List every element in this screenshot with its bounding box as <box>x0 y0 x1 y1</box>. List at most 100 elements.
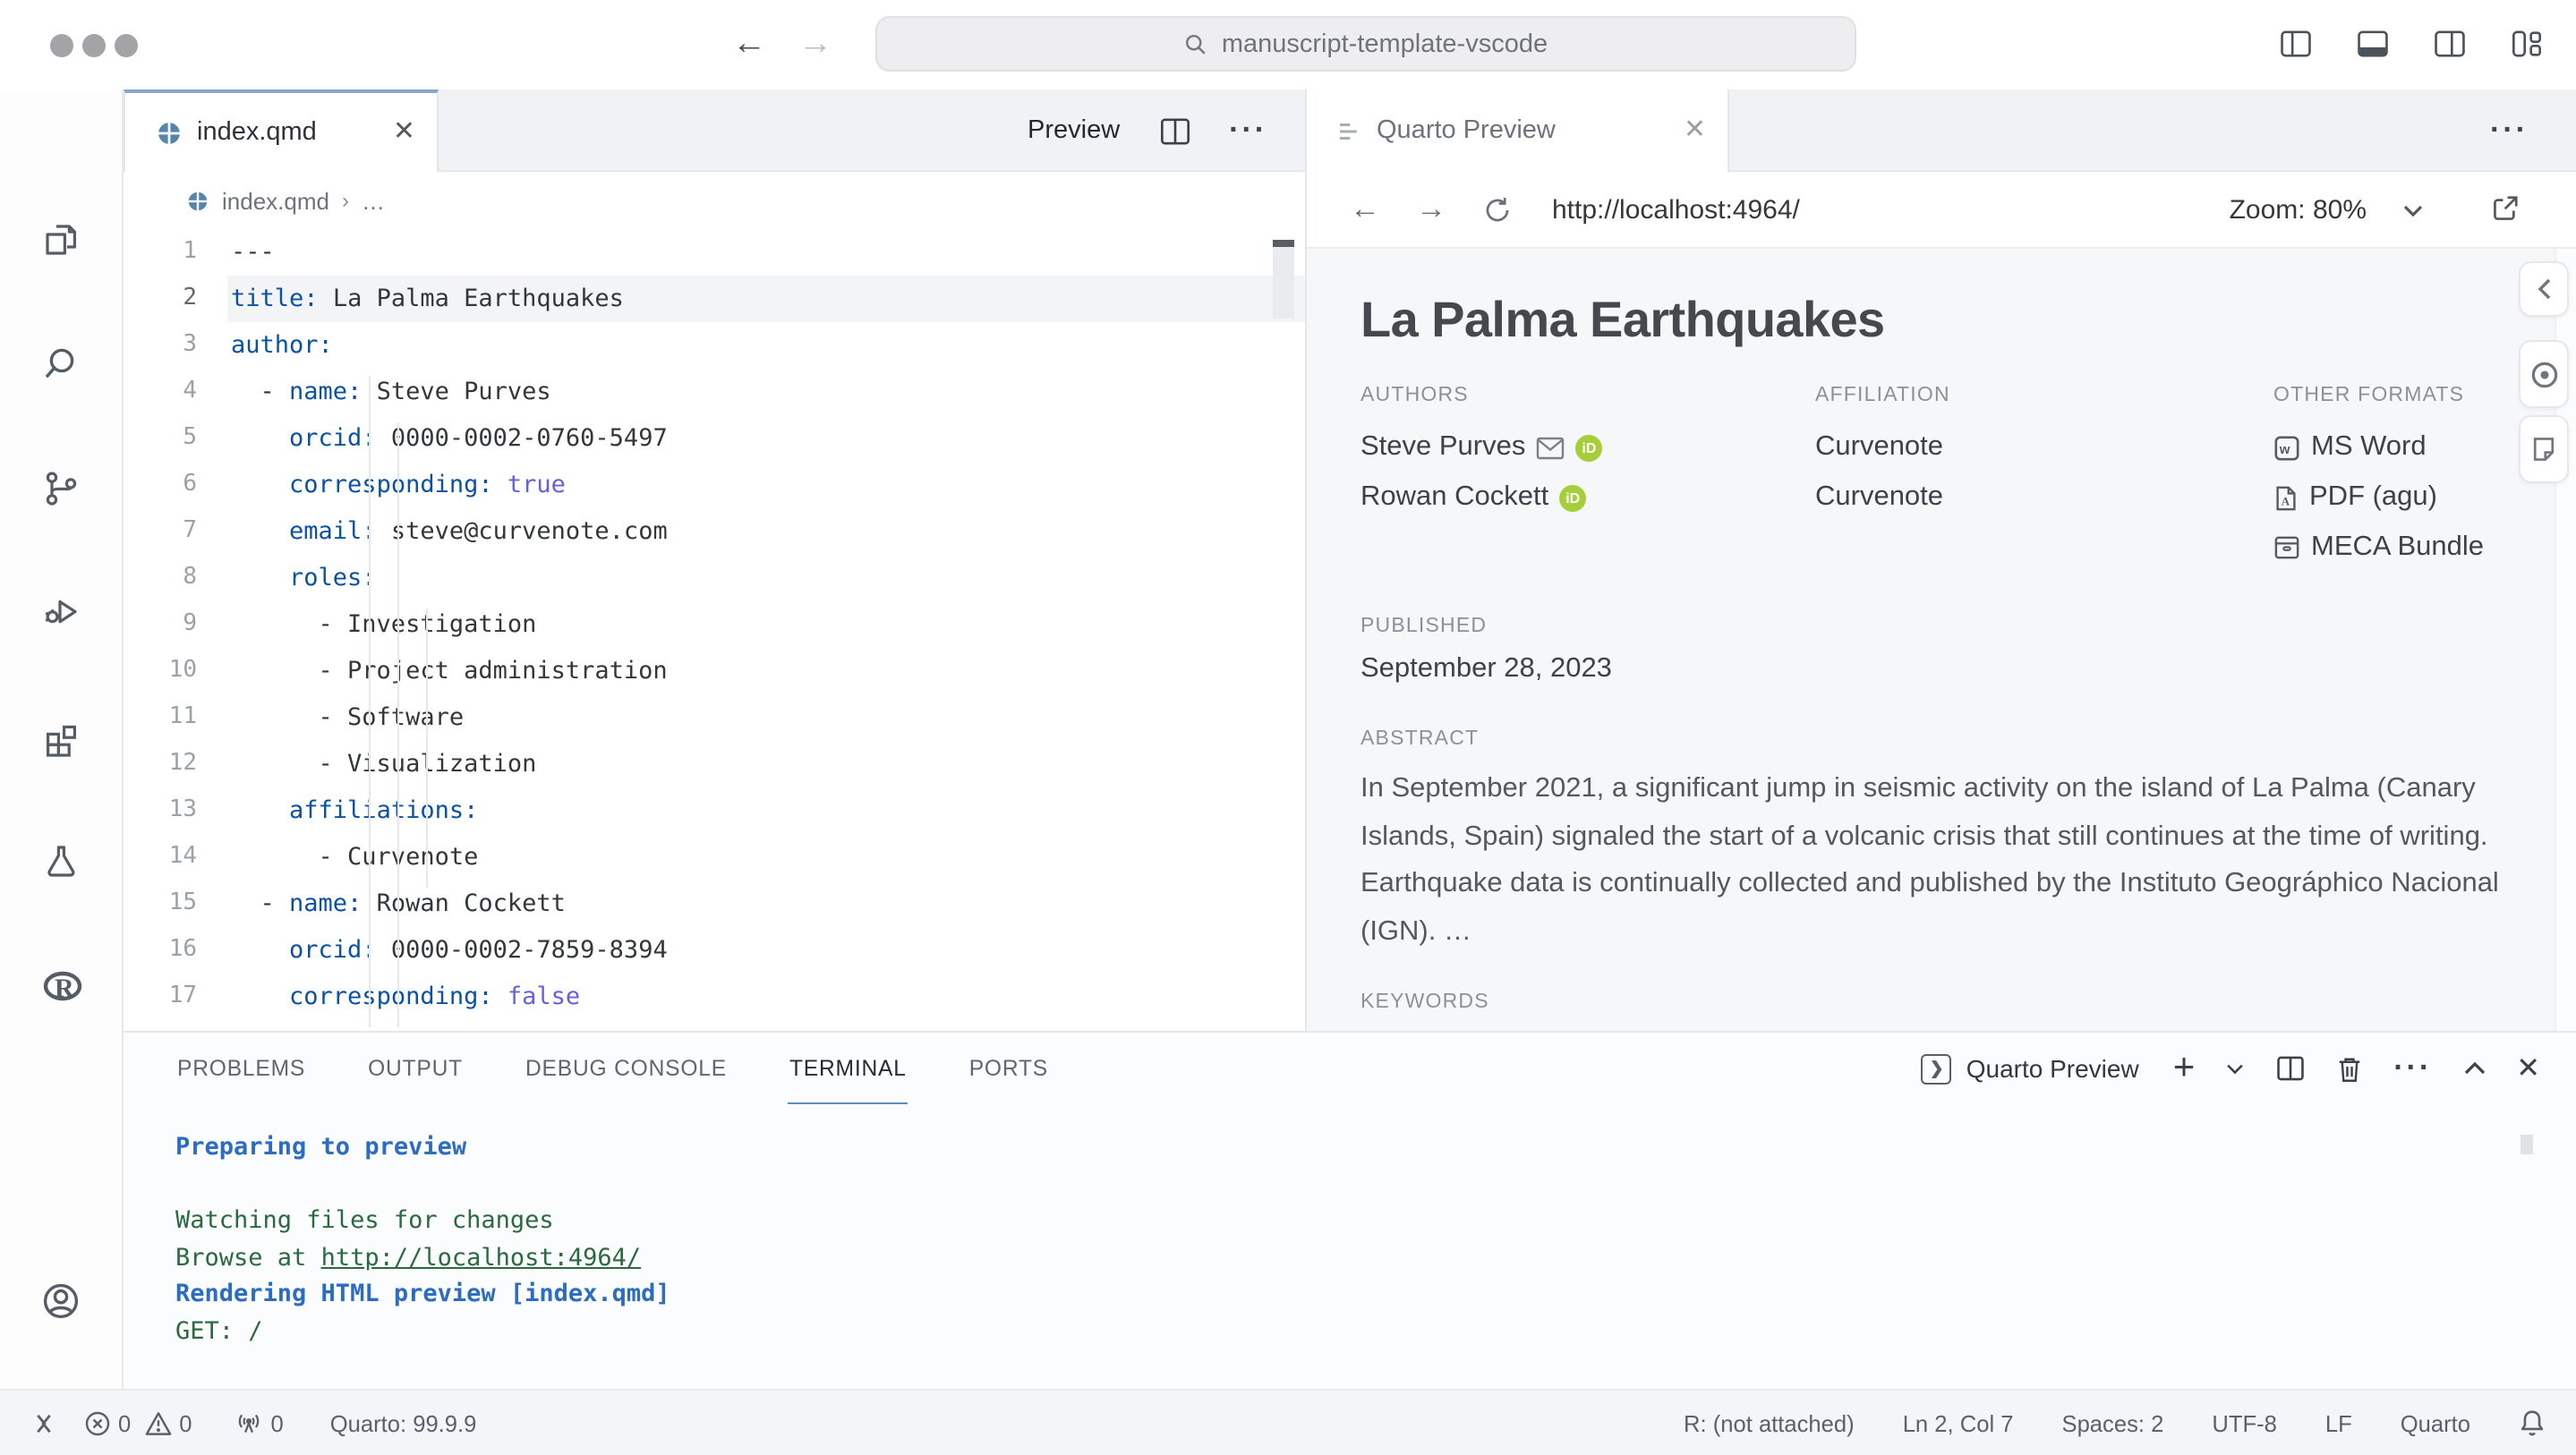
close-tab-icon[interactable]: ✕ <box>393 117 415 147</box>
tab-index-qmd[interactable]: index.qmd ✕ <box>124 89 439 172</box>
code-line[interactable]: 5 orcid: 0000-0002-0760-5497 <box>124 415 1305 462</box>
panel-tab-debug-console[interactable]: DEBUG CONSOLE <box>524 1034 729 1102</box>
code-line[interactable]: 9 - Investigation <box>124 601 1305 648</box>
breadcrumb-file[interactable]: index.qmd <box>222 187 329 214</box>
code-line[interactable]: 13 affiliations: <box>124 787 1305 834</box>
preview-url[interactable]: http://localhost:4964/ <box>1552 194 1800 225</box>
code-line[interactable]: 12 - Visualization <box>124 741 1305 787</box>
layout-sidebar-right-icon[interactable] <box>2433 29 2467 59</box>
maximize-panel-icon[interactable] <box>2462 1061 2486 1076</box>
explorer-icon[interactable] <box>39 218 82 261</box>
terminal-output[interactable]: Preparing to preview Watching files for … <box>175 1129 670 1349</box>
format-link[interactable]: A PDF (agu) <box>2273 472 2484 523</box>
window-close-button[interactable] <box>50 34 73 57</box>
encoding[interactable]: UTF-8 <box>2212 1409 2277 1436</box>
chevron-down-icon[interactable] <box>2402 204 2424 218</box>
code-line[interactable]: 15 - name: Rowan Cockett <box>124 881 1305 927</box>
code-line[interactable]: 16 orcid: 0000-0002-7859-8394 <box>124 927 1305 974</box>
remote-indicator-icon[interactable] <box>29 1409 59 1436</box>
panel-more-actions-icon[interactable]: ··· <box>2393 1051 2432 1086</box>
code-editor[interactable]: 1 --- 2 title: La Palma Earthquakes 3 author:… <box>124 229 1305 1031</box>
affiliation-name: Curvenote <box>1815 431 1944 462</box>
focus-mode-button[interactable] <box>2519 340 2569 408</box>
eol[interactable]: LF <box>2325 1409 2352 1436</box>
indentation[interactable]: Spaces: 2 <box>2062 1409 2164 1436</box>
kill-terminal-trash-icon[interactable] <box>2336 1053 2363 1084</box>
window-zoom-button[interactable] <box>115 34 138 57</box>
close-tab-icon[interactable]: ✕ <box>1684 115 1706 145</box>
quarto-preview-panel: ← → http://localhost:4964/ Zoom: 80% La … <box>1305 172 2576 1059</box>
code-line[interactable]: 1 --- <box>124 229 1305 276</box>
notes-button[interactable] <box>2519 415 2569 483</box>
r-language-icon[interactable]: R <box>39 965 82 1008</box>
command-center[interactable]: manuscript-template-vscode <box>875 16 1856 72</box>
search-icon[interactable] <box>39 344 82 387</box>
code-line[interactable]: 4 - name: Steve Purves <box>124 369 1305 415</box>
format-link[interactable]: w MS Word <box>2273 422 2484 472</box>
open-external-icon[interactable] <box>2490 193 2521 224</box>
code-line[interactable]: 17 corresponding: false <box>124 974 1305 1020</box>
code-line[interactable]: 10 - Project administration <box>124 648 1305 694</box>
customize-layout-icon[interactable] <box>2510 29 2544 59</box>
terminal-instance[interactable]: ❯ Quarto Preview <box>1921 1053 2139 1084</box>
terminal-scrollbar[interactable] <box>2521 1135 2533 1154</box>
terminal-link[interactable]: http://localhost:4964/ <box>321 1243 642 1272</box>
history-back-button[interactable]: ← <box>732 23 766 66</box>
line-number: 2 <box>183 285 197 311</box>
code-line[interactable]: 3 author: <box>124 322 1305 369</box>
cursor-position[interactable]: Ln 2, Col 7 <box>1903 1409 2014 1436</box>
ports-status[interactable]: 0 <box>235 1408 284 1437</box>
preview-more-actions-icon[interactable]: ··· <box>2490 113 2529 149</box>
code-line[interactable]: 14 - Curvenote <box>124 834 1305 881</box>
split-editor-icon[interactable] <box>1157 115 1191 146</box>
line-text: roles: <box>289 564 377 592</box>
more-actions-icon[interactable]: ··· <box>1229 113 1267 149</box>
code-line[interactable]: 7 email: steve@curvenote.com <box>124 508 1305 555</box>
accounts-icon[interactable] <box>39 1280 82 1323</box>
panel-tab-terminal[interactable]: TERMINAL <box>787 1034 908 1103</box>
code-line[interactable]: 11 - Software <box>124 694 1305 741</box>
problems-status[interactable]: 0 0 <box>84 1409 192 1436</box>
panel-tab-output[interactable]: OUTPUT <box>366 1034 465 1102</box>
language-mode[interactable]: Quarto <box>2401 1409 2470 1436</box>
testing-icon[interactable] <box>39 839 82 882</box>
panel-tab-ports[interactable]: PORTS <box>968 1034 1050 1102</box>
bottom-panel: PROBLEMS OUTPUT DEBUG CONSOLE TERMINAL PORTS… <box>124 1031 2576 1389</box>
terminal-dropdown-icon[interactable] <box>2225 1062 2245 1075</box>
format-link[interactable]: MECA Bundle <box>2273 523 2484 573</box>
zoom-level[interactable]: Zoom: 80% <box>2230 194 2367 225</box>
terminal-instance-label: Quarto Preview <box>1966 1054 2139 1083</box>
r-status[interactable]: R: (not attached) <box>1684 1409 1855 1436</box>
run-and-debug-icon[interactable] <box>39 591 82 634</box>
notifications-bell-icon[interactable] <box>2519 1408 2546 1437</box>
extensions-icon[interactable] <box>39 718 82 761</box>
preview-back-icon[interactable]: ← <box>1350 191 1380 227</box>
email-icon[interactable] <box>1536 436 1565 459</box>
collapse-panel-button[interactable] <box>2519 261 2569 317</box>
code-line[interactable]: 6 corresponding: true <box>124 462 1305 508</box>
orcid-icon[interactable]: iD <box>1575 434 1603 461</box>
breadcrumb-more[interactable]: … <box>362 187 385 214</box>
quarto-version[interactable]: Quarto: 99.9.9 <box>330 1409 477 1436</box>
tab-quarto-preview[interactable]: Quarto Preview ✕ <box>1305 89 1729 172</box>
code-line[interactable]: 2 title: La Palma Earthquakes <box>124 276 1305 322</box>
error-count: 0 <box>118 1409 132 1436</box>
editor-scrollbar[interactable] <box>1273 240 1294 319</box>
new-terminal-icon[interactable]: + <box>2173 1049 2196 1086</box>
close-panel-icon[interactable]: ✕ <box>2516 1051 2540 1086</box>
source-control-icon[interactable] <box>39 467 82 510</box>
split-terminal-icon[interactable] <box>2275 1054 2306 1083</box>
window-minimize-button[interactable] <box>82 34 106 57</box>
preview-button[interactable]: Preview <box>1028 116 1120 145</box>
history-forward-button[interactable]: → <box>798 23 832 66</box>
breadcrumb[interactable]: index.qmd › … <box>124 172 1305 229</box>
reload-icon[interactable] <box>1482 194 1513 225</box>
orcid-icon[interactable]: iD <box>1559 484 1587 511</box>
affiliation-label: AFFILIATION <box>1815 385 1950 406</box>
preview-forward-icon[interactable]: → <box>1416 191 1446 227</box>
panel-tab-problems[interactable]: PROBLEMS <box>175 1034 307 1102</box>
code-line[interactable]: 8 roles: <box>124 555 1305 601</box>
layout-panel-icon[interactable] <box>2356 29 2390 59</box>
scrollbar-thumb[interactable] <box>1273 247 1294 319</box>
layout-sidebar-left-icon[interactable] <box>2279 29 2313 59</box>
